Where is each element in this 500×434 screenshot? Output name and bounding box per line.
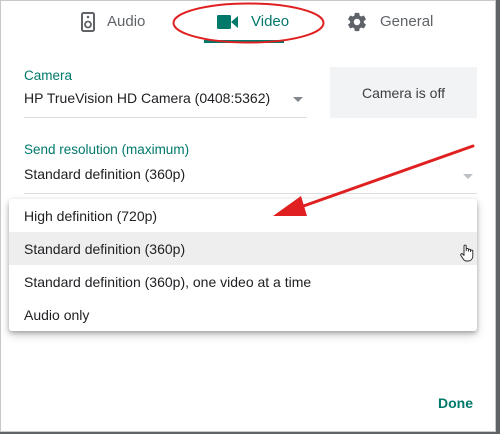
tab-general-label: General xyxy=(380,13,434,30)
done-button[interactable]: Done xyxy=(438,395,473,411)
resolution-option-label: Standard definition (360p), one video at… xyxy=(24,273,312,290)
hand-cursor-icon xyxy=(460,244,474,267)
tab-bar: Audio Video General xyxy=(1,1,495,44)
resolution-option[interactable]: Standard definition (360p) xyxy=(9,232,477,265)
send-resolution-label: Send resolution (maximum) xyxy=(24,142,190,157)
resolution-option-label: High definition (720p) xyxy=(24,207,158,224)
speaker-icon xyxy=(81,11,95,32)
tab-audio[interactable]: Audio xyxy=(81,1,145,42)
chevron-down-icon xyxy=(463,174,473,179)
active-tab-indicator xyxy=(204,40,284,43)
camera-label: Camera xyxy=(24,68,73,83)
resolution-option[interactable]: Audio only xyxy=(9,298,477,331)
tab-video-label: Video xyxy=(251,13,290,30)
resolution-option[interactable]: High definition (720p) xyxy=(9,199,477,232)
resolution-dropdown-menu: High definition (720p) Standard definiti… xyxy=(9,199,477,331)
send-resolution-value: Standard definition (360p) xyxy=(24,166,186,182)
resolution-option[interactable]: Standard definition (360p), one video at… xyxy=(9,265,477,298)
send-resolution-select[interactable]: Standard definition (360p) xyxy=(24,166,477,194)
camera-select[interactable]: HP TrueVision HD Camera (0408:5362) xyxy=(24,90,307,118)
camera-preview: Camera is off xyxy=(330,67,477,118)
tab-general[interactable]: General xyxy=(346,1,433,42)
tab-video[interactable]: Video xyxy=(217,1,289,42)
resolution-option-label: Standard definition (360p) xyxy=(24,240,186,257)
settings-dialog: Audio Video General Camera HP TrueVision… xyxy=(0,0,496,432)
tab-audio-label: Audio xyxy=(107,13,146,30)
camera-select-value: HP TrueVision HD Camera (0408:5362) xyxy=(24,90,271,106)
chevron-down-icon xyxy=(293,97,303,102)
gear-icon xyxy=(346,11,368,33)
videocam-icon xyxy=(217,14,239,30)
camera-preview-text: Camera is off xyxy=(362,84,445,101)
resolution-option-label: Audio only xyxy=(24,306,90,323)
